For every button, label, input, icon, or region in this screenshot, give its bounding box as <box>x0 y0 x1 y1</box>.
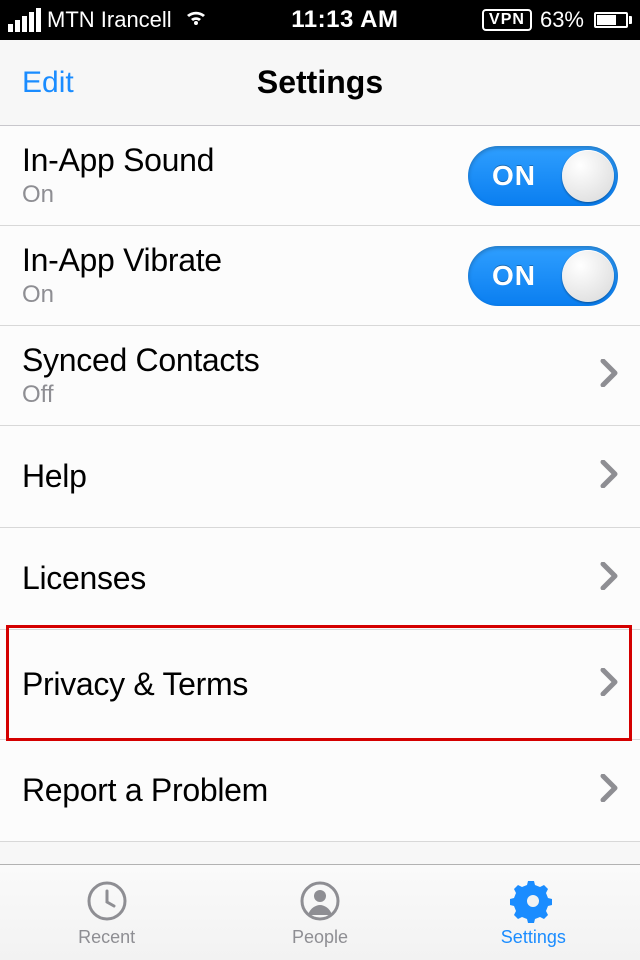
status-left: MTN Irancell <box>8 7 208 33</box>
chevron-right-icon <box>600 774 618 807</box>
row-report-problem[interactable]: Report a Problem <box>0 740 640 842</box>
chevron-right-icon <box>600 668 618 701</box>
row-subtitle: On <box>22 181 468 209</box>
row-title: Report a Problem <box>22 772 600 809</box>
page-title: Settings <box>0 64 640 101</box>
toggle-knob-icon <box>562 250 614 302</box>
gear-icon <box>509 877 557 925</box>
row-in-app-vibrate[interactable]: In-App Vibrate On ON <box>0 226 640 326</box>
toggle-knob-icon <box>562 150 614 202</box>
row-privacy-terms[interactable]: Privacy & Terms <box>0 630 640 740</box>
toggle-on-label: ON <box>492 260 536 292</box>
status-time: 11:13 AM <box>208 6 482 34</box>
row-text: Help <box>22 458 600 495</box>
status-right: VPN 63% <box>482 7 632 33</box>
row-subtitle: Off <box>22 381 600 409</box>
row-title: In-App Vibrate <box>22 242 468 279</box>
row-text: Synced Contacts Off <box>22 342 600 409</box>
chevron-right-icon <box>600 562 618 595</box>
tab-label: Recent <box>78 927 135 948</box>
row-title: Synced Contacts <box>22 342 600 379</box>
row-synced-contacts[interactable]: Synced Contacts Off <box>0 326 640 426</box>
battery-percent: 63% <box>540 7 584 33</box>
clock-icon <box>85 877 129 925</box>
row-licenses[interactable]: Licenses <box>0 528 640 630</box>
tab-label: Settings <box>501 927 566 948</box>
row-text: In-App Sound On <box>22 142 468 209</box>
row-title: Help <box>22 458 600 495</box>
edit-button[interactable]: Edit <box>22 66 74 100</box>
status-bar: MTN Irancell 11:13 AM VPN 63% <box>0 0 640 40</box>
row-text: Privacy & Terms <box>22 666 600 703</box>
tab-people[interactable]: People <box>213 865 426 960</box>
nav-bar: Edit Settings <box>0 40 640 126</box>
tab-recent[interactable]: Recent <box>0 865 213 960</box>
tab-settings[interactable]: Settings <box>427 865 640 960</box>
row-text: Licenses <box>22 560 600 597</box>
toggle-on-label: ON <box>492 160 536 192</box>
row-title: In-App Sound <box>22 142 468 179</box>
tab-bar: Recent People Settings <box>0 864 640 960</box>
signal-bars-icon <box>8 8 41 32</box>
vpn-badge: VPN <box>482 9 532 31</box>
carrier-label: MTN Irancell <box>47 7 172 33</box>
row-subtitle: On <box>22 281 468 309</box>
tab-label: People <box>292 927 348 948</box>
row-text: Report a Problem <box>22 772 600 809</box>
row-help[interactable]: Help <box>0 426 640 528</box>
wifi-icon <box>184 7 208 33</box>
row-in-app-sound[interactable]: In-App Sound On ON <box>0 126 640 226</box>
row-title: Licenses <box>22 560 600 597</box>
chevron-right-icon <box>600 460 618 493</box>
person-icon <box>298 877 342 925</box>
battery-icon <box>592 12 632 28</box>
toggle-in-app-sound[interactable]: ON <box>468 146 618 206</box>
toggle-in-app-vibrate[interactable]: ON <box>468 246 618 306</box>
settings-list: In-App Sound On ON In-App Vibrate On ON … <box>0 126 640 842</box>
row-title: Privacy & Terms <box>22 666 600 703</box>
chevron-right-icon <box>600 359 618 392</box>
row-text: In-App Vibrate On <box>22 242 468 309</box>
